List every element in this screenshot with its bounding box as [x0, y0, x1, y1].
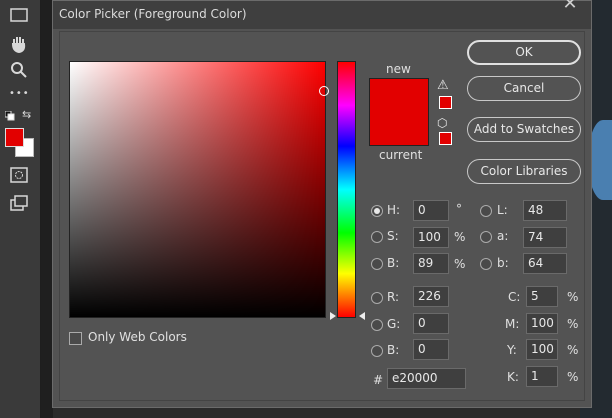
radio-h[interactable] — [371, 205, 383, 217]
h-input[interactable]: 0 — [413, 200, 449, 221]
m-label: M: — [505, 317, 520, 331]
hue-slider-left-arrow[interactable] — [330, 312, 336, 320]
web-safe-cube-icon: ⬡ — [437, 116, 448, 130]
a-input[interactable]: 74 — [523, 227, 567, 248]
color-field-cursor[interactable] — [319, 86, 329, 96]
only-web-colors-label: Only Web Colors — [88, 330, 187, 344]
y-label: Y: — [507, 343, 517, 357]
more-tools-icon[interactable]: ••• — [9, 88, 31, 108]
s-input[interactable]: 100 — [413, 227, 449, 248]
c-label: C: — [508, 290, 521, 304]
current-label: current — [379, 148, 423, 162]
h-label: H: — [387, 203, 401, 217]
gamut-warning-swatch[interactable] — [439, 96, 452, 109]
radio-b[interactable] — [371, 258, 383, 270]
k-unit: % — [567, 370, 579, 384]
radio-r[interactable] — [371, 292, 383, 304]
b-label: B: — [387, 256, 400, 270]
k-input[interactable]: 1 — [526, 366, 558, 387]
dialog-titlebar[interactable]: Color Picker (Foreground Color) — [53, 1, 591, 29]
radio-g[interactable] — [371, 319, 383, 331]
rectangle-marquee-icon[interactable] — [9, 6, 31, 26]
dialog-title: Color Picker (Foreground Color) — [59, 7, 247, 21]
y-input[interactable]: 100 — [526, 339, 558, 360]
color-libraries-button[interactable]: Color Libraries — [467, 159, 581, 184]
web-safe-swatch[interactable] — [439, 132, 452, 145]
quick-mask-icon[interactable] — [9, 166, 31, 186]
screen-mode-icon[interactable] — [9, 194, 31, 214]
y-unit: % — [567, 343, 579, 357]
hue-slider-right-arrow[interactable] — [359, 312, 365, 320]
rgb-b-input[interactable]: 0 — [413, 339, 449, 360]
add-to-swatches-button[interactable]: Add to Swatches — [467, 117, 581, 142]
zoom-tool-icon[interactable] — [9, 60, 31, 80]
radio-l[interactable] — [480, 205, 492, 217]
s-label: S: — [387, 229, 399, 243]
brightness-input[interactable]: 89 — [413, 253, 449, 274]
cancel-button[interactable]: Cancel — [467, 76, 581, 101]
c-unit: % — [567, 290, 579, 304]
color-picker-dialog: Color Picker (Foreground Color) ✕ new cu… — [52, 0, 592, 408]
close-icon[interactable]: ✕ — [547, 0, 593, 17]
hue-slider[interactable] — [337, 61, 356, 318]
hex-input[interactable]: e20000 — [387, 368, 466, 389]
only-web-colors-checkbox[interactable] — [69, 332, 82, 345]
l-label: L: — [497, 203, 508, 217]
m-input[interactable]: 100 — [526, 313, 558, 334]
radio-s[interactable] — [371, 231, 383, 243]
m-unit: % — [567, 317, 579, 331]
radio-a[interactable] — [480, 231, 492, 243]
r-input[interactable]: 226 — [413, 286, 449, 307]
h-unit: ° — [456, 202, 462, 216]
tools-panel: ••• ⇆ — [0, 0, 41, 418]
new-label: new — [386, 62, 411, 76]
c-input[interactable]: 5 — [526, 286, 558, 307]
a-label: a: — [497, 229, 509, 243]
ok-button[interactable]: OK — [467, 40, 581, 65]
g-label: G: — [387, 317, 401, 331]
r-label: R: — [387, 290, 400, 304]
dialog-body: new current ⚠ ⬡ OK Cancel Add to Swatche… — [59, 31, 585, 401]
color-field[interactable] — [69, 61, 326, 318]
lab-b-label: b: — [497, 256, 509, 270]
gamut-warning-icon: ⚠ — [437, 78, 449, 93]
color-preview-swatch — [369, 78, 429, 146]
g-input[interactable]: 0 — [413, 313, 449, 334]
lab-b-input[interactable]: 64 — [523, 253, 567, 274]
b-unit: % — [454, 257, 466, 271]
hex-label: # — [373, 373, 384, 387]
swap-colors-icon[interactable]: ⇆ — [22, 108, 34, 121]
rgb-b-label: B: — [387, 343, 400, 357]
hand-tool-icon[interactable] — [9, 34, 31, 54]
s-unit: % — [454, 230, 466, 244]
foreground-color-swatch[interactable] — [5, 128, 24, 147]
radio-lab-b[interactable] — [480, 258, 492, 270]
l-input[interactable]: 48 — [523, 200, 567, 221]
radio-rgb-b[interactable] — [371, 345, 383, 357]
default-colors-icon[interactable] — [4, 110, 15, 121]
k-label: K: — [507, 370, 519, 384]
